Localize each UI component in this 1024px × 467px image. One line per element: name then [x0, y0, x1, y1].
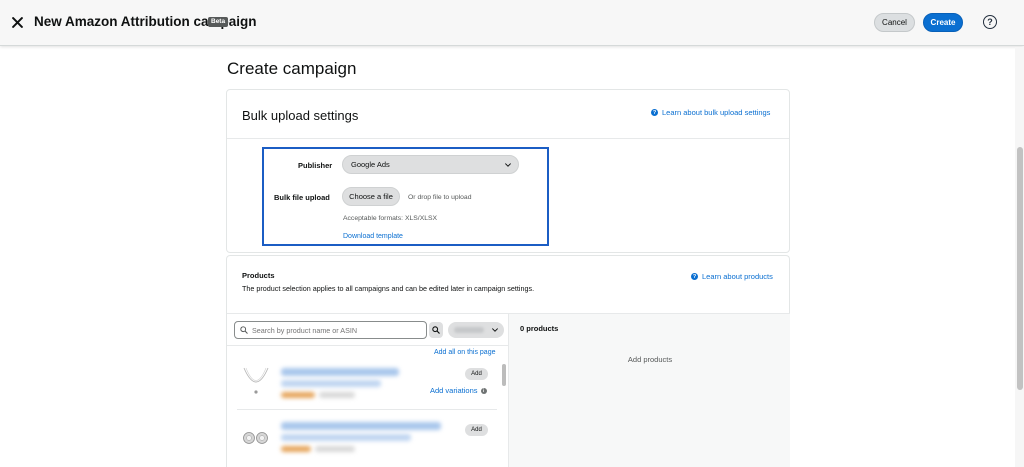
top-header: New Amazon Attribution campaign Beta Can…: [0, 0, 1024, 46]
bulk-upload-title: Bulk upload settings: [242, 108, 359, 123]
divider: [227, 345, 508, 346]
help-circle-icon: ?: [651, 109, 658, 116]
add-product-button[interactable]: Add: [465, 424, 488, 436]
product-title-redacted: [281, 434, 411, 441]
add-variations-link[interactable]: Add variations i: [430, 386, 487, 395]
add-product-button[interactable]: Add: [465, 368, 488, 380]
products-title: Products: [242, 271, 275, 280]
help-circle-icon: ?: [691, 273, 698, 280]
add-products-placeholder: Add products: [627, 355, 673, 364]
product-search-pane: Add all on this page Add Add variations …: [227, 313, 508, 467]
drop-file-text: Or drop file to upload: [408, 194, 472, 201]
add-all-link[interactable]: Add all on this page: [434, 349, 496, 356]
page-title: Create campaign: [227, 59, 357, 78]
products-card: Products The product selection applies t…: [226, 255, 790, 467]
chevron-down-icon: [505, 163, 511, 167]
product-title-redacted: [281, 368, 399, 376]
product-rating-redacted: [281, 392, 315, 398]
formats-text: Acceptable formats: XLS/XLSX: [343, 215, 438, 222]
page-scrollbar-thumb[interactable]: [1017, 147, 1023, 390]
publisher-label: Publisher: [298, 161, 333, 170]
bulk-file-label: Bulk file upload: [274, 193, 330, 202]
learn-products-link[interactable]: ? Learn about products: [691, 272, 773, 281]
publisher-value: Google Ads: [351, 160, 390, 169]
filter-value-redacted: [454, 327, 484, 333]
download-template-link[interactable]: Download template: [343, 233, 403, 240]
publisher-select[interactable]: Google Ads: [342, 155, 519, 174]
search-field[interactable]: [234, 321, 427, 339]
chevron-down-icon: [492, 328, 498, 332]
filter-select[interactable]: [448, 322, 504, 338]
close-icon[interactable]: [9, 14, 25, 30]
product-title-redacted: [281, 380, 381, 387]
choose-file-button[interactable]: Choose a file: [342, 187, 400, 206]
learn-products-label: Learn about products: [702, 272, 773, 281]
list-scrollbar-thumb[interactable]: [502, 364, 506, 386]
beta-badge: Beta: [208, 17, 229, 27]
info-icon: i: [480, 387, 487, 394]
search-icon: [432, 326, 440, 334]
list-item: Add Add variations i: [237, 362, 497, 410]
bulk-upload-card: Bulk upload settings ? Learn about bulk …: [226, 89, 790, 253]
selected-count: 0 products: [520, 324, 559, 333]
learn-bulk-upload-label: Learn about bulk upload settings: [662, 108, 771, 117]
add-variations-label: Add variations: [430, 386, 478, 395]
product-rating-redacted: [281, 446, 311, 452]
search-icon: [240, 326, 248, 334]
cancel-button[interactable]: Cancel: [874, 13, 915, 32]
search-input[interactable]: [252, 325, 422, 335]
list-item: Add: [237, 418, 497, 466]
learn-bulk-upload-link[interactable]: ? Learn about bulk upload settings: [651, 108, 770, 117]
necklace-thumbnail: [243, 367, 269, 394]
product-title-redacted: [281, 422, 441, 430]
help-icon[interactable]: ?: [983, 15, 997, 29]
create-button[interactable]: Create: [923, 13, 963, 32]
earrings-thumbnail: [243, 432, 268, 444]
search-button[interactable]: [429, 322, 443, 338]
product-meta-redacted: [319, 392, 355, 398]
selected-products-pane: 0 products Add products: [508, 313, 790, 467]
bulk-upload-header: Bulk upload settings ? Learn about bulk …: [227, 90, 789, 139]
products-description: The product selection applies to all cam…: [242, 284, 535, 293]
bulk-upload-form: Publisher Google Ads Bulk file upload Ch…: [262, 147, 549, 246]
product-meta-redacted: [315, 446, 355, 452]
